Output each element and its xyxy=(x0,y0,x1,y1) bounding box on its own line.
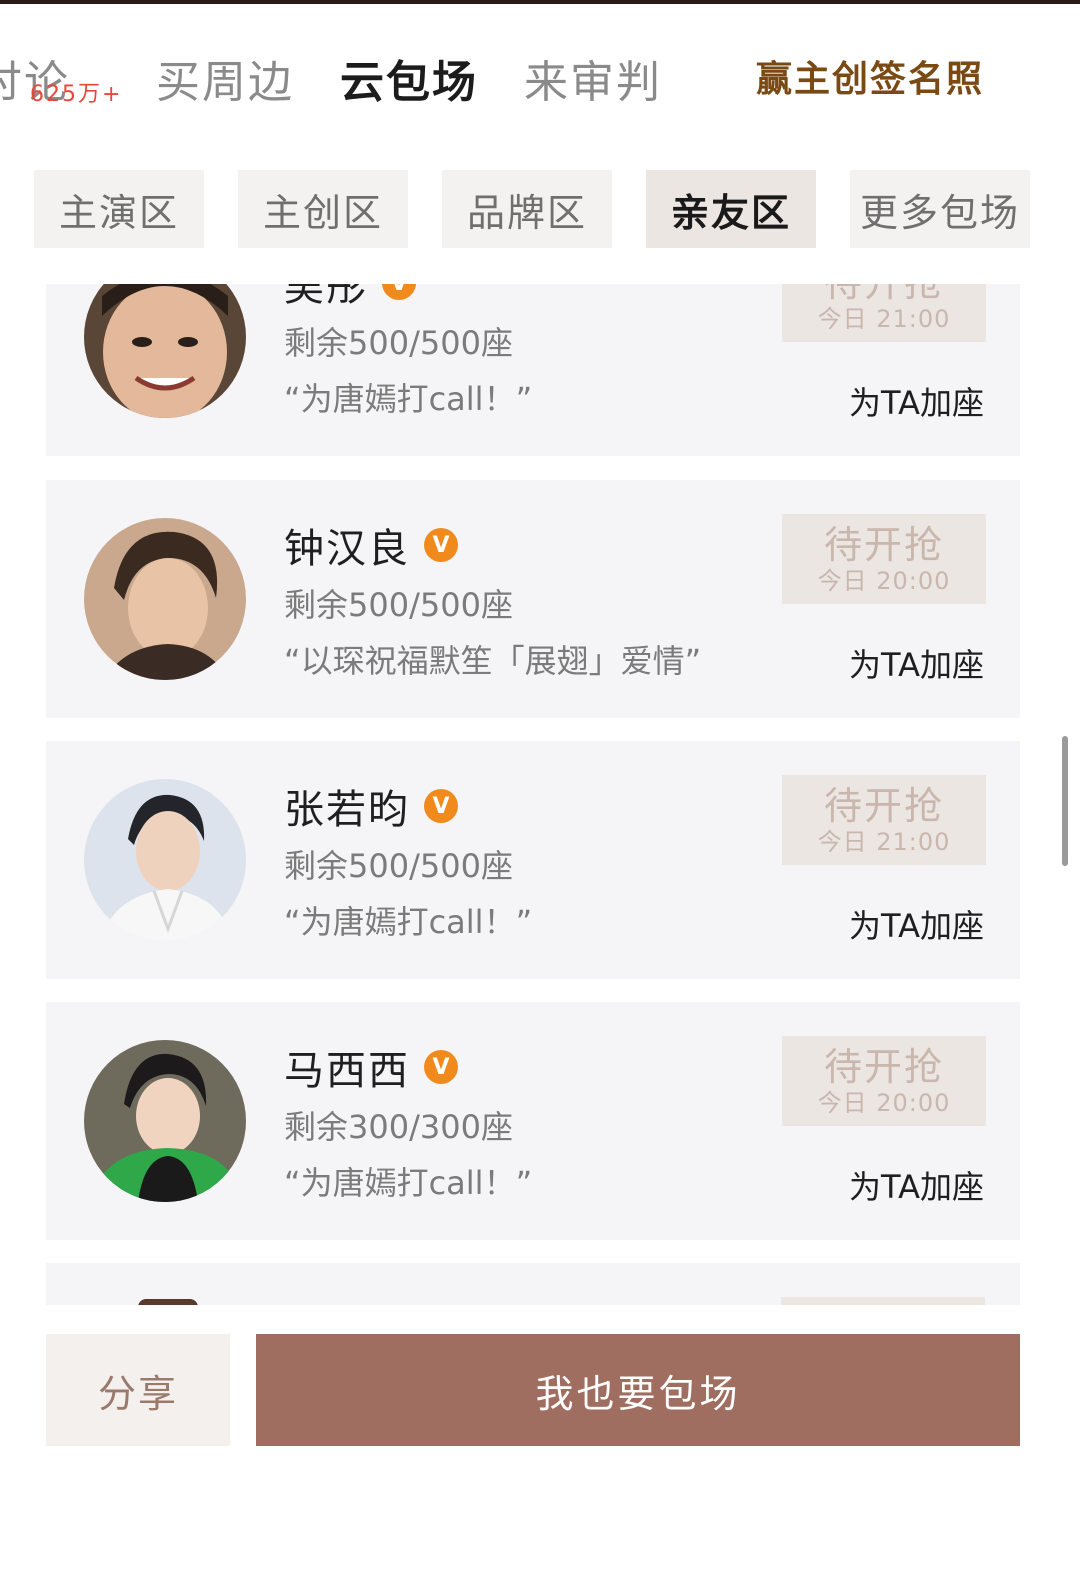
status-label: 待开抢 xyxy=(823,1045,944,1089)
screening-card-partial xyxy=(46,1263,1020,1305)
category-lead-actors[interactable]: 主演区 xyxy=(34,170,204,248)
slogan: “为唐嫣打call！” xyxy=(284,1164,533,1202)
add-seat-button[interactable]: 为TA加座 xyxy=(849,901,984,947)
verified-icon: V xyxy=(424,789,458,823)
open-time: 今日 20:00 xyxy=(817,567,951,595)
open-time: 今日 20:00 xyxy=(817,1089,951,1117)
name-row: 张若昀 V xyxy=(284,781,458,833)
tab-merch[interactable]: 买周边 xyxy=(156,46,294,110)
seats-remaining: 剩余500/500座 xyxy=(284,847,513,885)
status-box: 待开抢 今日 20:00 xyxy=(782,1036,986,1126)
status-label: 待开抢 xyxy=(823,784,944,828)
category-brands[interactable]: 品牌区 xyxy=(442,170,612,248)
tab-cloud-screening[interactable]: 云包场 xyxy=(340,46,478,110)
person-name: 钟汉良 xyxy=(284,526,410,572)
seats-remaining: 剩余300/300座 xyxy=(284,1108,513,1146)
book-screening-button[interactable]: 我也要包场 xyxy=(256,1334,1020,1446)
screening-card: 吴彤 V 剩余500/500座 “为唐嫣打call！” 待开抢 今日 21:00… xyxy=(46,284,1020,456)
avatar[interactable] xyxy=(84,518,246,680)
name-row: 吴彤 V xyxy=(284,284,416,310)
screening-card: 钟汉良 V 剩余500/500座 “以琛祝福默笙「展翅」爱情” 待开抢 今日 2… xyxy=(46,480,1020,718)
status-box: 待开抢 今日 21:00 xyxy=(782,284,986,342)
slogan: “为唐嫣打call！” xyxy=(284,903,533,941)
screening-card: 马西西 V 剩余300/300座 “为唐嫣打call！” 待开抢 今日 20:0… xyxy=(46,1002,1020,1240)
avatar[interactable] xyxy=(84,284,246,418)
slogan: “为唐嫣打call！” xyxy=(284,380,533,418)
top-tab-bar: 讨论 625万+ 买周边 云包场 来审判 赢主创签名照 xyxy=(0,10,1080,130)
screening-list: 吴彤 V 剩余500/500座 “为唐嫣打call！” 待开抢 今日 21:00… xyxy=(0,284,1080,1305)
person-name: 吴彤 xyxy=(284,284,368,310)
scrollbar[interactable] xyxy=(1062,736,1068,866)
name-row: 马西西 V xyxy=(284,1042,458,1094)
add-seat-button[interactable]: 为TA加座 xyxy=(849,378,984,424)
status-label: 待开抢 xyxy=(824,284,944,305)
share-button[interactable]: 分享 xyxy=(46,1334,230,1446)
open-time: 今日 21:00 xyxy=(817,828,951,856)
verified-icon: V xyxy=(424,528,458,562)
verified-icon: V xyxy=(424,1050,458,1084)
category-friends[interactable]: 亲友区 xyxy=(646,170,816,248)
tab-discussion[interactable]: 讨论 625万+ xyxy=(0,46,120,110)
add-seat-button[interactable]: 为TA加座 xyxy=(849,640,984,686)
discussion-count-badge: 625万+ xyxy=(30,82,123,107)
status-box: 待开抢 今日 21:00 xyxy=(782,775,986,865)
slogan: “以琛祝福默笙「展翅」爱情” xyxy=(284,642,702,680)
category-creators[interactable]: 主创区 xyxy=(238,170,408,248)
avatar[interactable] xyxy=(84,779,246,941)
category-bar: 主演区 主创区 品牌区 亲友区 更多包场 xyxy=(34,170,1054,250)
status-label: 待开抢 xyxy=(823,523,944,567)
person-name: 马西西 xyxy=(284,1048,410,1094)
status-box: 待开抢 今日 20:00 xyxy=(782,514,986,604)
category-more[interactable]: 更多包场 xyxy=(850,170,1030,248)
avatar xyxy=(138,1299,198,1305)
promo-signed-photo[interactable]: 赢主创签名照 xyxy=(756,50,984,102)
open-time: 今日 21:00 xyxy=(817,305,951,333)
seats-remaining: 剩余500/500座 xyxy=(284,586,513,624)
add-seat-button[interactable]: 为TA加座 xyxy=(849,1162,984,1208)
tab-judge[interactable]: 来审判 xyxy=(524,46,662,110)
top-edge-strip xyxy=(0,0,1080,4)
avatar[interactable] xyxy=(84,1040,246,1202)
name-row: 钟汉良 V xyxy=(284,520,458,572)
person-name: 张若昀 xyxy=(284,787,410,833)
screening-card: 张若昀 V 剩余500/500座 “为唐嫣打call！” 待开抢 今日 21:0… xyxy=(46,741,1020,979)
status-box xyxy=(781,1297,985,1305)
seats-remaining: 剩余500/500座 xyxy=(284,324,513,362)
verified-icon: V xyxy=(382,284,416,300)
